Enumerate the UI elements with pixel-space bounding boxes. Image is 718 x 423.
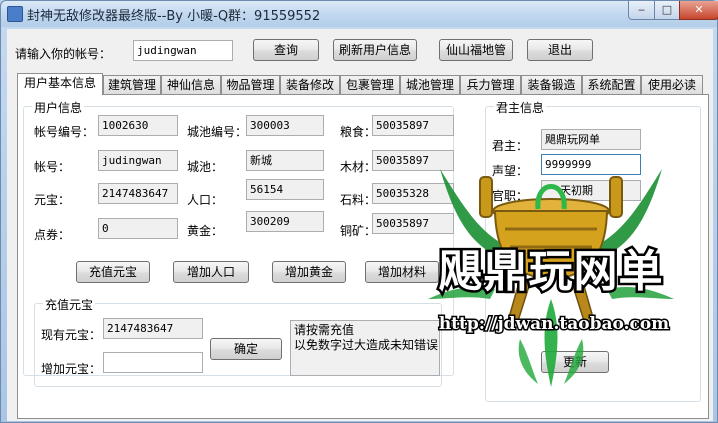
user-info-group-title: 用户信息 — [32, 99, 85, 116]
city-no-label: 城池编号： — [187, 125, 248, 139]
confirm-button[interactable]: 确定 — [210, 338, 282, 360]
refresh-user-info-button[interactable]: 刷新用户信息 — [333, 39, 417, 61]
minimize-button[interactable]: ‒ — [628, 1, 655, 20]
watermark-url: http://jdwan.taobao.com — [439, 314, 669, 334]
add-yuanbao-input[interactable] — [103, 352, 203, 373]
watermark-logo: 飓鼎玩网单 http://jdwan.taobao.com — [428, 169, 674, 387]
population-label: 人口： — [187, 193, 224, 207]
lord-field[interactable]: 飓鼎玩网单 — [541, 129, 641, 150]
stone-label: 石料： — [340, 193, 377, 207]
coupon-field[interactable]: 0 — [98, 218, 178, 239]
tab-must-read[interactable]: 使用必读 — [641, 75, 703, 94]
copper-label: 铜矿： — [340, 224, 377, 238]
current-yuanbao-field[interactable]: 2147483647 — [103, 318, 203, 339]
coupon-label: 点券： — [34, 228, 71, 242]
lord-info-group-title: 君主信息 — [494, 99, 547, 116]
user-info-group: 用户信息 帐号编号： 1002630 城池编号： 300003 粮食： 5003… — [23, 99, 454, 387]
app-window: 封神无敌修改器最终版--By 小暖-Q群：91559552 ‒ □ ✕ 请输入你… — [0, 0, 718, 423]
tab-city[interactable]: 城池管理 — [400, 75, 460, 94]
account-no-label: 帐号编号： — [34, 125, 95, 139]
tab-forging[interactable]: 装备锻造 — [521, 75, 582, 94]
title-bar[interactable]: 封神无敌修改器最终版--By 小暖-Q群：91559552 ‒ □ ✕ — [1, 1, 718, 27]
tab-user-basic-info[interactable]: 用户基本信息 — [17, 73, 103, 95]
tab-immortal[interactable]: 神仙信息 — [161, 75, 221, 94]
tab-equipment-edit[interactable]: 装备修改 — [280, 75, 340, 94]
grain-field[interactable]: 50035897 — [372, 115, 454, 136]
tab-building[interactable]: 建筑管理 — [103, 75, 161, 94]
recharge-group-title: 充值元宝 — [43, 296, 96, 313]
gold-label: 黄金： — [187, 224, 224, 238]
city-no-field[interactable]: 300003 — [246, 115, 324, 136]
recharge-note: 请按需充值 以免数字过大造成未知错误 — [290, 320, 440, 376]
city-field[interactable]: 新城 — [246, 150, 324, 171]
paradise-manage-button[interactable]: 仙山福地管 — [439, 39, 513, 61]
add-yuanbao-label: 增加元宝： — [41, 362, 102, 376]
exit-button[interactable]: 退出 — [527, 39, 593, 61]
current-yuanbao-label: 现有元宝： — [41, 328, 102, 342]
account-no-field[interactable]: 1002630 — [98, 115, 178, 136]
app-icon — [7, 6, 23, 22]
tab-items[interactable]: 物品管理 — [221, 75, 280, 94]
recharge-group: 充值元宝 现有元宝： 2147483647 增加元宝： 确定 请按需充值 以免数… — [34, 296, 442, 387]
yuanbao-label: 元宝： — [34, 193, 71, 207]
maximize-button[interactable]: □ — [654, 1, 680, 20]
add-gold-button[interactable]: 增加黄金 — [272, 261, 346, 283]
yuanbao-field[interactable]: 2147483647 — [98, 183, 178, 204]
city-label: 城池： — [187, 160, 224, 174]
grain-label: 粮食： — [340, 125, 377, 139]
query-button[interactable]: 查询 — [253, 39, 319, 61]
close-button[interactable]: ✕ — [679, 1, 718, 20]
window-title: 封神无敌修改器最终版--By 小暖-Q群：91559552 — [27, 9, 321, 24]
tab-troops[interactable]: 兵力管理 — [460, 75, 521, 94]
account-field[interactable]: judingwan — [98, 150, 178, 171]
account-label-2: 帐号： — [34, 160, 71, 174]
add-population-button[interactable]: 增加人口 — [173, 261, 249, 283]
account-label: 请输入你的帐号： — [15, 47, 112, 61]
wood-label: 木材： — [340, 160, 377, 174]
population-field[interactable]: 56154 — [246, 179, 324, 200]
recharge-yuanbao-button[interactable]: 充值元宝 — [76, 261, 150, 283]
gold-field[interactable]: 300209 — [246, 211, 324, 232]
watermark-brand: 飓鼎玩网单 — [439, 246, 664, 297]
tab-inventory[interactable]: 包裹管理 — [340, 75, 400, 94]
account-input[interactable]: judingwan — [133, 40, 233, 61]
tab-system-config[interactable]: 系统配置 — [582, 75, 641, 94]
